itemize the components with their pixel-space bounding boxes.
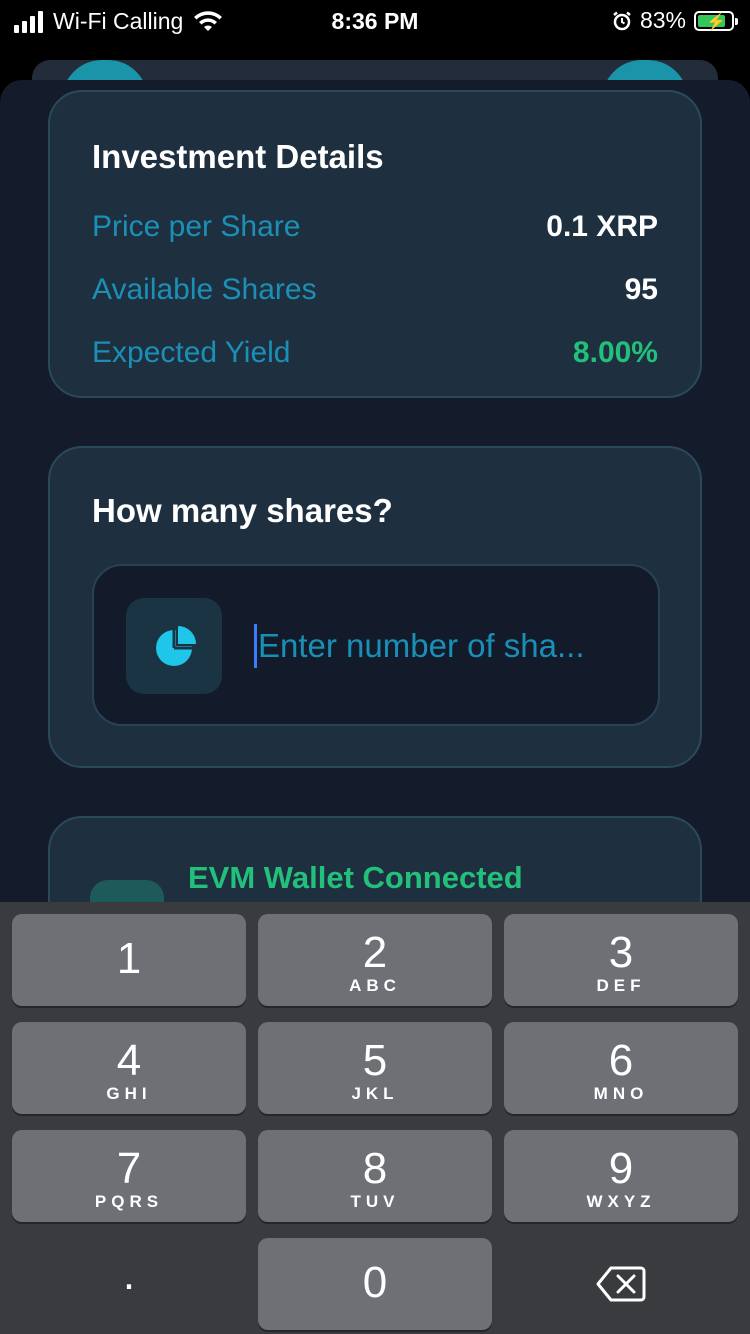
battery-percent: 83%: [639, 7, 686, 33]
key-6-letters: MNO: [593, 1084, 649, 1103]
text-caret: [254, 624, 257, 668]
backspace-icon: [596, 1266, 646, 1302]
key-5[interactable]: 5 JKL: [258, 1022, 492, 1114]
price-per-share-value: 0.1 XRP: [546, 210, 658, 243]
shares-input-box[interactable]: [92, 564, 660, 726]
shares-card: How many shares?: [48, 446, 702, 768]
pie-chart-icon-tile: [126, 598, 222, 694]
key-4-letters: GHI: [106, 1084, 152, 1103]
price-per-share-label: Price per Share: [92, 210, 301, 243]
shares-title: How many shares?: [92, 492, 393, 529]
key-7-number: 7: [116, 1144, 142, 1193]
status-bar: Wi-Fi Calling 8:36 PM 83% ⚡: [0, 0, 750, 42]
key-decimal[interactable]: .: [12, 1238, 246, 1330]
key-2-letters: ABC: [349, 976, 401, 995]
key-3-number: 3: [608, 928, 634, 977]
key-9[interactable]: 9 WXYZ: [504, 1130, 738, 1222]
key-9-number: 9: [608, 1144, 634, 1193]
shares-input[interactable]: [252, 618, 638, 674]
alarm-icon: [613, 11, 631, 30]
key-1-number: 1: [116, 934, 142, 983]
numeric-keypad: 1 2 ABC 3 DEF 4 GHI 5 JKL 6 MNO 7 PQRS 8…: [0, 902, 750, 1334]
key-9-letters: WXYZ: [586, 1192, 656, 1211]
key-decimal-symbol: .: [122, 1250, 136, 1299]
delete-key[interactable]: [504, 1238, 738, 1330]
expected-yield-row: Expected Yield 8.00%: [92, 336, 658, 370]
key-4-number: 4: [116, 1036, 142, 1085]
key-0[interactable]: 0: [258, 1238, 492, 1330]
available-shares-label: Available Shares: [92, 273, 317, 306]
battery-icon: ⚡: [694, 10, 738, 31]
key-8-letters: TUV: [350, 1192, 400, 1211]
key-6-number: 6: [608, 1036, 634, 1085]
wallet-status-title: EVM Wallet Connected: [188, 860, 523, 895]
key-6[interactable]: 6 MNO: [504, 1022, 738, 1114]
key-0-number: 0: [362, 1258, 388, 1307]
key-3[interactable]: 3 DEF: [504, 914, 738, 1006]
key-5-number: 5: [362, 1036, 388, 1085]
available-shares-value: 95: [624, 273, 658, 306]
key-7[interactable]: 7 PQRS: [12, 1130, 246, 1222]
price-per-share-row: Price per Share 0.1 XRP: [92, 210, 658, 244]
available-shares-row: Available Shares 95: [92, 273, 658, 307]
key-8[interactable]: 8 TUV: [258, 1130, 492, 1222]
key-4[interactable]: 4 GHI: [12, 1022, 246, 1114]
key-8-number: 8: [362, 1144, 388, 1193]
delete-key-inner: [504, 1238, 738, 1330]
key-1[interactable]: 1: [12, 914, 246, 1006]
pie-chart-icon: [156, 626, 196, 666]
key-7-letters: PQRS: [94, 1192, 164, 1211]
expected-yield-label: Expected Yield: [92, 336, 291, 369]
investment-details-card: Investment Details Price per Share 0.1 X…: [48, 90, 702, 398]
investment-details-title: Investment Details: [92, 138, 384, 175]
status-right: 83% ⚡: [612, 7, 738, 34]
key-2[interactable]: 2 ABC: [258, 914, 492, 1006]
key-2-number: 2: [362, 928, 388, 977]
key-3-letters: DEF: [596, 976, 646, 995]
expected-yield-value: 8.00%: [572, 336, 658, 369]
key-5-letters: JKL: [351, 1084, 399, 1103]
